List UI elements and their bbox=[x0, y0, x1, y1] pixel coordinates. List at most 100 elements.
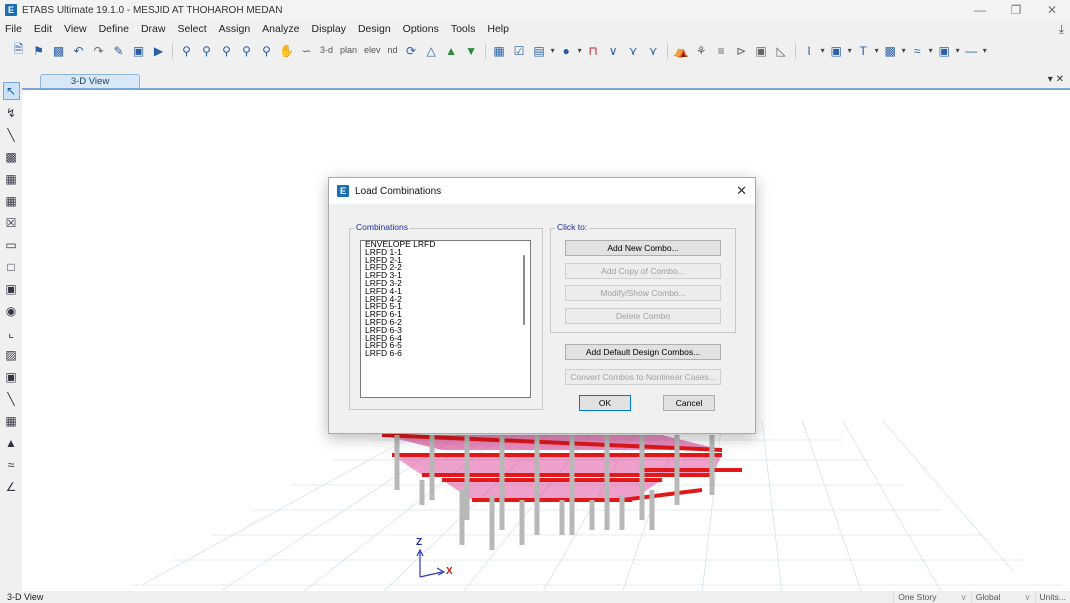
pointer-icon[interactable]: ↖ bbox=[2, 82, 20, 100]
cancel-button[interactable]: Cancel bbox=[663, 395, 715, 411]
ok-button[interactable]: OK bbox=[579, 395, 631, 411]
draw-section-cut-icon[interactable]: ∠ bbox=[3, 478, 20, 496]
move-down-icon[interactable]: ▼ bbox=[463, 42, 480, 59]
pencil-icon[interactable]: ✎ bbox=[110, 42, 127, 59]
view-elev-button[interactable]: elev bbox=[362, 42, 383, 59]
frame-icon[interactable]: ⊓ bbox=[585, 42, 602, 59]
line-icon[interactable]: — bbox=[963, 42, 980, 59]
draw-dimension-icon[interactable]: ▲ bbox=[3, 434, 20, 452]
menu-select[interactable]: Select bbox=[171, 23, 212, 35]
stress-icon[interactable]: ⋎ bbox=[645, 42, 662, 59]
add-new-combo-button[interactable]: Add New Combo... bbox=[565, 240, 721, 256]
view-3d-button[interactable]: 3-d bbox=[318, 42, 335, 59]
close-icon[interactable]: ✕ bbox=[1034, 0, 1070, 20]
perspective-icon[interactable]: △ bbox=[423, 42, 440, 59]
minimize-icon[interactable]: — bbox=[962, 0, 998, 20]
draw-opening-icon[interactable]: ▣ bbox=[3, 280, 20, 298]
modify-show-combo-button[interactable]: Modify/Show Combo... bbox=[565, 285, 721, 301]
lock-icon[interactable]: ▣ bbox=[130, 42, 147, 59]
combinations-list[interactable]: ENVELOPE LRFD LRFD 1-1 LRFD 2-1 LRFD 2-2… bbox=[360, 240, 531, 398]
steel-icon[interactable]: ⚘ bbox=[693, 42, 710, 59]
draw-line-icon[interactable]: ╲ bbox=[3, 126, 20, 144]
tee-section-icon[interactable]: T bbox=[855, 42, 872, 59]
coord-system-select[interactable]: Global ∨ bbox=[970, 591, 1035, 603]
view-plan-button[interactable]: plan bbox=[338, 42, 359, 59]
draw-tendon-icon[interactable]: ≈ bbox=[3, 456, 20, 474]
convert-combos-button[interactable]: Convert Combos to Nonlinear Cases... bbox=[565, 369, 721, 385]
zoom-restore-icon[interactable]: ⚲ bbox=[238, 42, 255, 59]
wall-icon[interactable]: ▣ bbox=[936, 42, 953, 59]
concrete-icon[interactable]: ≡ bbox=[713, 42, 730, 59]
view-nd-button[interactable]: nd bbox=[386, 42, 400, 59]
download-icon[interactable]: ⤓ bbox=[1059, 22, 1064, 37]
draw-wall-stack-icon[interactable]: ▨ bbox=[3, 346, 20, 364]
story-select[interactable]: One Story ∨ bbox=[893, 591, 971, 603]
save-icon[interactable]: ▩ bbox=[50, 42, 67, 59]
draw-link-icon[interactable]: ╲ bbox=[3, 390, 20, 408]
reshape-icon[interactable]: ↯ bbox=[3, 104, 20, 122]
chevron-down-icon[interactable]: ▾ bbox=[902, 42, 906, 59]
i-beam-icon[interactable]: I bbox=[801, 42, 818, 59]
menu-tools[interactable]: Tools bbox=[445, 23, 482, 35]
draw-grid-icon[interactable]: ▣ bbox=[3, 368, 20, 386]
menu-view[interactable]: View bbox=[58, 23, 93, 35]
menu-analyze[interactable]: Analyze bbox=[256, 23, 305, 35]
menu-file[interactable]: File bbox=[0, 23, 28, 35]
close-icon[interactable]: ✕ bbox=[736, 183, 747, 199]
redo-icon[interactable]: ↷ bbox=[90, 42, 107, 59]
menu-define[interactable]: Define bbox=[93, 23, 135, 35]
close-icon[interactable]: ✕ bbox=[1056, 74, 1064, 85]
column-section-icon[interactable]: ▩ bbox=[882, 42, 899, 59]
delete-combo-button[interactable]: Delete Combo bbox=[565, 308, 721, 324]
deformed-shape-icon[interactable]: ∨ bbox=[605, 42, 622, 59]
add-copy-combo-button[interactable]: Add Copy of Combo... bbox=[565, 263, 721, 279]
draw-mesh-icon[interactable]: ▦ bbox=[3, 412, 20, 430]
tab-3d-view[interactable]: 3-D View bbox=[40, 74, 140, 88]
shear-wall-icon[interactable]: ▣ bbox=[753, 42, 770, 59]
chevron-down-icon[interactable]: ▾ bbox=[578, 42, 582, 59]
chevron-down-icon[interactable]: ▾ bbox=[929, 42, 933, 59]
list-item[interactable]: LRFD 6-6 bbox=[361, 349, 530, 358]
pan-icon[interactable]: ✋ bbox=[278, 42, 295, 59]
zoom-prev-icon[interactable]: ⚲ bbox=[258, 42, 275, 59]
set-display-icon[interactable]: ☑ bbox=[511, 42, 528, 59]
zoom-window-icon[interactable]: ⚲ bbox=[178, 42, 195, 59]
zoom-out-icon[interactable]: ⚲ bbox=[218, 42, 235, 59]
draw-brace-icon[interactable]: ▩ bbox=[3, 148, 20, 166]
display-options-icon[interactable]: ▤ bbox=[531, 42, 548, 59]
chevron-down-icon[interactable]: ▾ bbox=[875, 42, 879, 59]
chevron-down-icon[interactable]: ▾ bbox=[551, 42, 555, 59]
draw-rect-floor-icon[interactable]: □ bbox=[3, 258, 20, 276]
brace-icon[interactable]: ≈ bbox=[909, 42, 926, 59]
draw-column-icon[interactable]: ▦ bbox=[3, 192, 20, 210]
zoom-in-icon[interactable]: ⚲ bbox=[198, 42, 215, 59]
menu-options[interactable]: Options bbox=[397, 23, 445, 35]
draw-floor-icon[interactable]: ▭ bbox=[3, 236, 20, 254]
chevron-down-icon[interactable]: ▾ bbox=[1048, 74, 1053, 85]
chevron-down-icon[interactable]: ▾ bbox=[848, 42, 852, 59]
object-shrink-icon[interactable]: ▦ bbox=[491, 42, 508, 59]
force-diagram-icon[interactable]: ⋎ bbox=[625, 42, 642, 59]
undo-icon[interactable]: ↶ bbox=[70, 42, 87, 59]
fill-icon[interactable]: ● bbox=[558, 42, 575, 59]
box-section-icon[interactable]: ▣ bbox=[828, 42, 845, 59]
rubber-band-icon[interactable]: ∽ bbox=[298, 42, 315, 59]
units-button[interactable]: Units... bbox=[1034, 591, 1070, 603]
move-up-icon[interactable]: ▲ bbox=[443, 42, 460, 59]
design-icon[interactable]: ⛺ bbox=[673, 42, 690, 59]
add-default-design-combos-button[interactable]: Add Default Design Combos... bbox=[565, 344, 721, 360]
draw-x-brace-icon[interactable]: ☒ bbox=[3, 214, 20, 232]
chevron-down-icon[interactable]: ▾ bbox=[821, 42, 825, 59]
open-icon[interactable]: ⚑ bbox=[30, 42, 47, 59]
new-model-icon[interactable]: 🗎 bbox=[10, 42, 27, 59]
draw-point-icon[interactable]: ◉ bbox=[3, 302, 20, 320]
menu-assign[interactable]: Assign bbox=[213, 23, 257, 35]
menu-design[interactable]: Design bbox=[352, 23, 397, 35]
composite-icon[interactable]: ⊳ bbox=[733, 42, 750, 59]
draw-beam-icon[interactable]: ▦ bbox=[3, 170, 20, 188]
restore-icon[interactable]: ❐ bbox=[998, 0, 1034, 20]
menu-display[interactable]: Display bbox=[306, 23, 352, 35]
menu-draw[interactable]: Draw bbox=[135, 23, 172, 35]
slab-design-icon[interactable]: ◺ bbox=[773, 42, 790, 59]
menu-edit[interactable]: Edit bbox=[28, 23, 58, 35]
